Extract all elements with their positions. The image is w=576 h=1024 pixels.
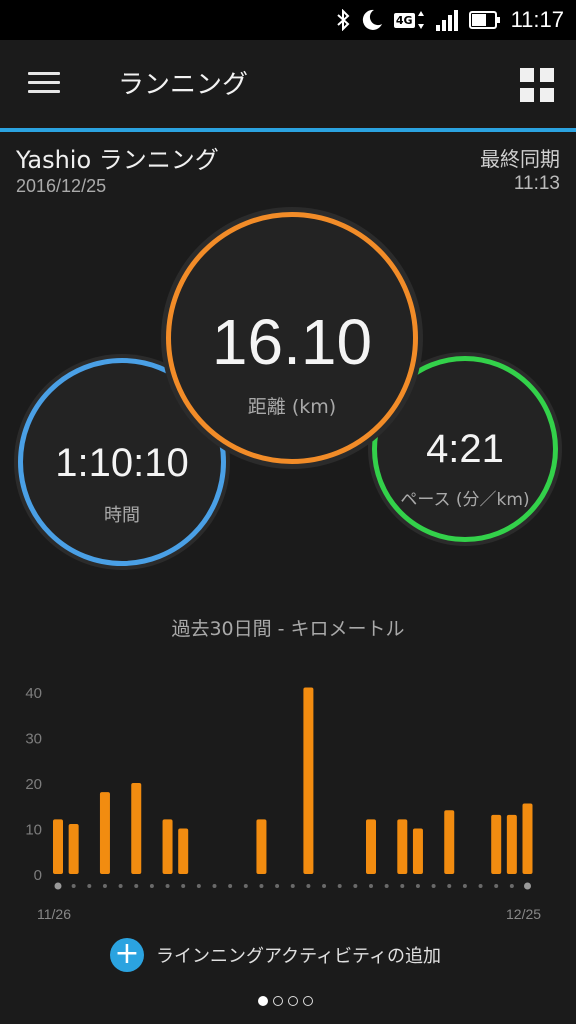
chart-x-end-label: 12/25 xyxy=(506,906,542,922)
plus-icon: + xyxy=(110,938,144,972)
day-dot xyxy=(149,884,154,888)
app-bar xyxy=(0,40,576,128)
page-title: ランニング xyxy=(118,70,249,100)
page-dot[interactable] xyxy=(303,996,313,1006)
page-dot[interactable] xyxy=(288,996,298,1006)
day-dot xyxy=(118,884,123,888)
chart-bar[interactable] xyxy=(397,819,408,874)
status-time: 11:17 xyxy=(510,7,564,32)
pace-label: ペース (分／km) xyxy=(400,490,530,510)
hamburger-icon xyxy=(28,72,60,75)
time-value: 1:10:10 xyxy=(55,441,189,485)
day-dot xyxy=(509,884,514,888)
status-bar: 4G 11:17 xyxy=(0,0,576,40)
day-dot xyxy=(259,884,264,888)
day-dot xyxy=(134,884,139,888)
day-dot xyxy=(165,884,170,888)
day-dot xyxy=(462,884,467,888)
grid-icon xyxy=(520,68,534,82)
chart-bar[interactable] xyxy=(506,814,517,874)
chart-bar[interactable] xyxy=(131,783,142,874)
menu-button[interactable] xyxy=(28,72,60,94)
chart-bar[interactable] xyxy=(412,828,423,875)
bluetooth-icon xyxy=(337,9,350,31)
distance-label: 距離 (km) xyxy=(247,396,337,418)
page-dot[interactable] xyxy=(273,996,283,1006)
chart-bar[interactable] xyxy=(53,819,63,874)
do-not-disturb-moon-icon xyxy=(362,9,382,30)
chart-bar[interactable] xyxy=(303,687,314,874)
y-tick-label: 10 xyxy=(25,822,42,839)
y-tick-label: 40 xyxy=(25,685,42,702)
day-dot xyxy=(181,884,186,888)
widgets-grid-button[interactable] xyxy=(520,68,554,102)
chart-bar[interactable] xyxy=(178,828,189,875)
day-dot xyxy=(196,884,201,888)
signal-icon xyxy=(435,10,458,31)
app-bar-divider xyxy=(0,128,576,132)
day-dot xyxy=(102,884,107,888)
y-tick-label: 30 xyxy=(25,731,42,748)
battery-icon xyxy=(468,11,500,29)
chart-bar[interactable] xyxy=(99,792,110,874)
add-activity-label: ラインニングアクティビティの追加 xyxy=(156,946,441,967)
chart-bar[interactable] xyxy=(522,803,533,874)
day-dot xyxy=(337,884,342,888)
last-sync-time: 11:13 xyxy=(513,173,560,194)
chart-bar[interactable] xyxy=(366,819,376,874)
add-activity-button[interactable]: + ラインニングアクティビティの追加 xyxy=(110,937,441,973)
distance-value: 16.10 xyxy=(211,306,373,378)
chart-bar[interactable] xyxy=(68,823,79,874)
chart-bar[interactable] xyxy=(491,814,502,874)
chart-bar[interactable] xyxy=(444,810,455,874)
page-dot[interactable] xyxy=(258,996,268,1006)
day-dot xyxy=(87,884,92,888)
day-dot xyxy=(54,882,62,890)
day-dot xyxy=(415,884,420,888)
day-dot xyxy=(212,884,217,888)
day-dot xyxy=(447,884,452,888)
network-type-badge: 4G xyxy=(393,12,415,28)
day-dot xyxy=(384,884,389,888)
day-dot xyxy=(71,884,76,888)
distance-bar-chart[interactable]: 0 10 20 30 40 xyxy=(0,670,576,910)
time-label: 時間 xyxy=(104,505,140,526)
data-arrows-icon xyxy=(417,11,424,29)
day-dot xyxy=(494,884,499,888)
last-sync-label: 最終同期 xyxy=(480,147,560,171)
activity-date: 2016/12/25 xyxy=(16,176,107,196)
day-dot xyxy=(228,884,233,888)
day-dot xyxy=(306,884,311,888)
day-dot xyxy=(275,884,280,888)
day-dot xyxy=(290,884,295,888)
activity-name: Yashio ランニング xyxy=(16,146,219,174)
day-dot xyxy=(524,882,531,890)
day-dot xyxy=(322,884,327,888)
day-dot xyxy=(400,884,405,888)
day-dot xyxy=(369,884,373,888)
distance-stat-circle[interactable]: 16.10 距離 (km) xyxy=(166,212,418,464)
chart-x-start-label: 11/26 xyxy=(37,906,71,922)
day-dot xyxy=(478,884,483,888)
chart-title: 過去30日間 - キロメートル xyxy=(171,618,405,640)
chart-bar[interactable] xyxy=(256,819,267,874)
y-tick-label: 20 xyxy=(25,776,42,793)
day-dot xyxy=(243,884,248,888)
chart-bar[interactable] xyxy=(162,819,173,874)
y-tick-label: 0 xyxy=(34,867,42,884)
day-dot xyxy=(353,884,358,888)
pace-value: 4:21 xyxy=(426,427,504,471)
page-indicator[interactable] xyxy=(258,996,313,1006)
day-dot xyxy=(431,884,436,888)
network-4g-icon: 4G xyxy=(393,10,425,30)
